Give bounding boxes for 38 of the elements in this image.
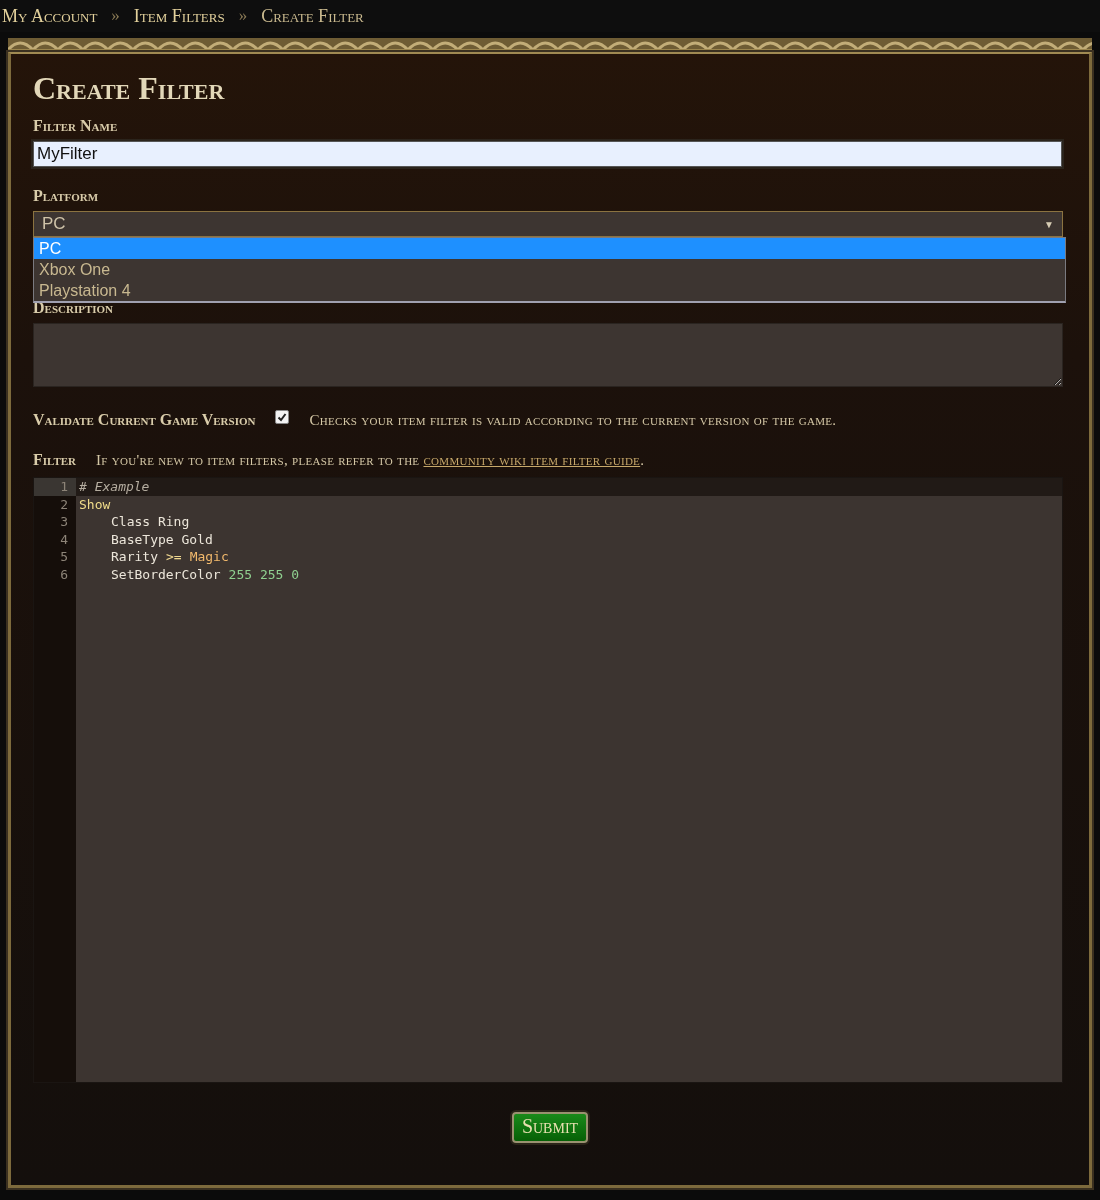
breadcrumb-link[interactable]: My Account (2, 5, 98, 27)
code-editor[interactable]: 1 2 3 4 5 6 # Example Show Class Ring BaseType Gold Rarity >= Magic SetBorderColor 255 255 0 (33, 477, 1063, 1083)
code-text: # Example (79, 478, 150, 496)
breadcrumb-link[interactable]: Item Filters (133, 5, 225, 27)
field-label: Filter (33, 451, 76, 469)
code-text: BaseType Gold (111, 530, 213, 548)
hint-text: If you're new to item filters, please refer to the community wiki item filter guide. (96, 451, 645, 469)
field-label: Platform (33, 187, 100, 205)
line-number: 1 (34, 478, 76, 496)
dropdown-option[interactable]: Xbox One (34, 259, 1065, 280)
caret-icon: ▼ (1044, 218, 1054, 230)
guide-link[interactable]: community wiki item filter guide (423, 451, 641, 468)
code-text: >= (165, 548, 182, 566)
code-text: SetBorderColor (111, 565, 221, 583)
platform-select[interactable]: PC ▼ (33, 211, 1063, 237)
code-text: Rarity (111, 548, 158, 566)
field-label: Validate Current Game Version (33, 411, 256, 429)
hint-text: Checks your item filter is valid according to the current version of the game. (309, 411, 837, 429)
breadcrumb-separator: » (238, 6, 248, 26)
field-label: Description (33, 299, 114, 317)
code-text: Magic (189, 548, 229, 566)
line-number: 3 (59, 513, 69, 531)
code-text: Class Ring (111, 513, 190, 531)
dropdown-option[interactable]: Playstation 4 (34, 280, 1065, 301)
breadcrumb-link[interactable]: Create Filter (261, 5, 364, 27)
submit-button[interactable]: Submit (511, 1111, 589, 1143)
page-title: Create Filter (33, 70, 226, 107)
line-number: 2 (59, 495, 69, 513)
line-number: 6 (59, 565, 69, 583)
breadcrumb-separator: » (111, 6, 120, 26)
description-field[interactable] (33, 323, 1063, 387)
checkbox[interactable] (275, 410, 290, 424)
code-text: Show (79, 495, 111, 513)
line-number: 5 (59, 548, 69, 566)
filter-name-field[interactable]: MyFilter (33, 141, 1062, 167)
field-label: Filter Name (33, 117, 119, 135)
code-text: 255 255 0 (228, 565, 300, 583)
line-number: 4 (59, 530, 69, 548)
